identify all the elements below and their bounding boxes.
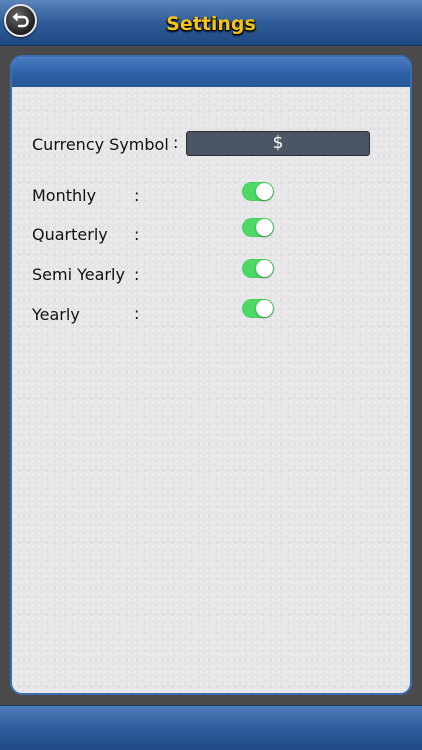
quarterly-colon: : [134,225,140,244]
monthly-label: Monthly [32,186,97,205]
yearly-label: Yearly [32,305,80,324]
top-bar: Settings [0,0,422,46]
toggle-knob [256,219,273,236]
monthly-toggle[interactable] [242,182,274,201]
toggle-knob [256,260,273,277]
currency-symbol-label: Currency Symbol [32,135,169,154]
semi-yearly-toggle[interactable] [242,259,274,278]
quarterly-toggle[interactable] [242,218,274,237]
toggle-knob [256,300,273,317]
yearly-colon: : [134,304,140,323]
semi-yearly-label: Semi Yearly [32,265,125,284]
page-title: Settings [166,13,256,35]
bottom-bar [0,705,422,750]
toggle-knob [256,183,273,200]
currency-symbol-colon: : [173,133,179,152]
settings-panel: Currency Symbol : $ Monthly : Quarterly … [10,55,412,695]
currency-symbol-field[interactable]: $ [186,131,370,156]
panel-header [12,57,410,87]
monthly-colon: : [134,186,140,205]
semi-yearly-colon: : [134,265,140,284]
quarterly-label: Quarterly [32,225,108,244]
yearly-toggle[interactable] [242,299,274,318]
